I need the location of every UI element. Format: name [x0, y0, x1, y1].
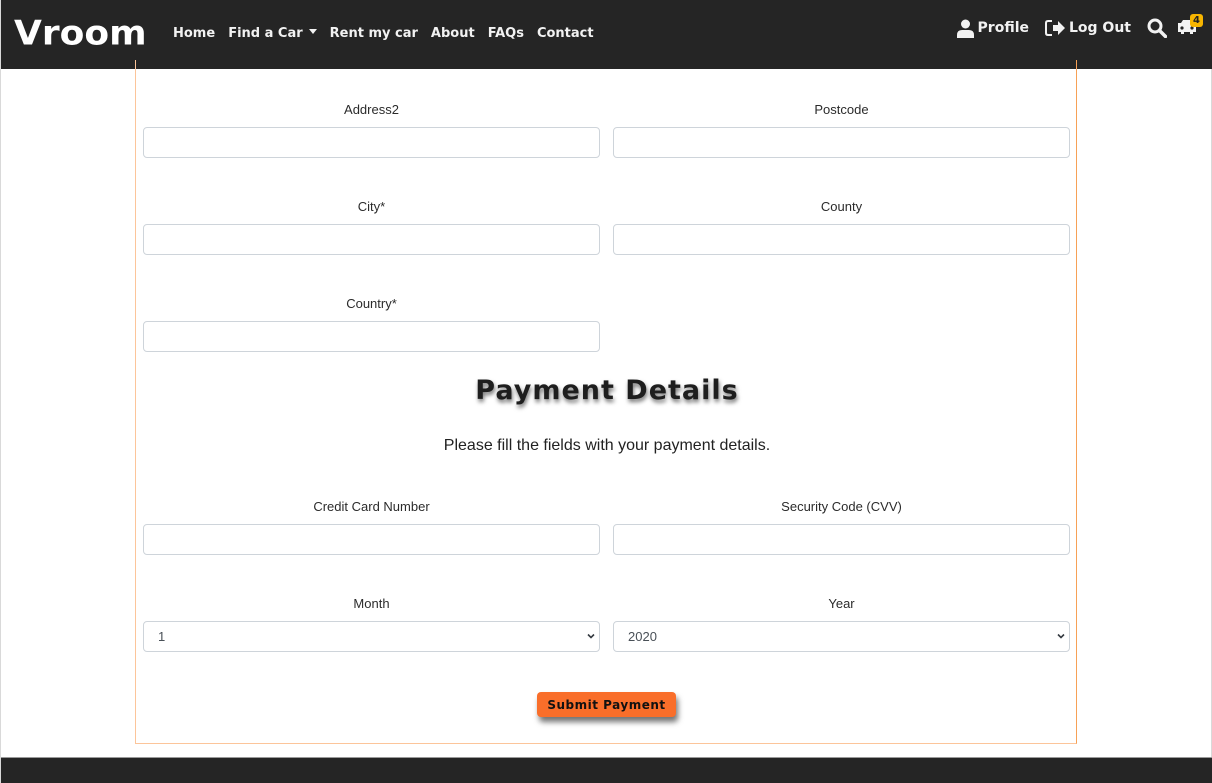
search-button[interactable]	[1147, 18, 1167, 38]
profile-link[interactable]: Profile	[956, 19, 1029, 38]
cvv-label: Security Code (CVV)	[781, 499, 902, 514]
month-field: Month 1	[143, 596, 600, 652]
county-input[interactable]	[613, 224, 1070, 255]
brand-logo[interactable]: Vroom	[14, 14, 147, 54]
nav-right: Profile Log Out 4	[956, 14, 1203, 38]
payment-details-heading: Payment Details	[475, 375, 739, 406]
user-icon	[956, 19, 974, 38]
nav-links: Home Find a Car Rent my car About FAQs C…	[173, 25, 607, 43]
month-label: Month	[353, 596, 390, 611]
nav-find-a-car[interactable]: Find a Car	[228, 25, 317, 43]
address2-input[interactable]	[143, 127, 600, 158]
postcode-label: Postcode	[814, 102, 869, 117]
card-number-field: Credit Card Number	[143, 499, 600, 555]
county-label: County	[820, 199, 863, 214]
postcode-input[interactable]	[613, 127, 1070, 158]
cart-button[interactable]: 4	[1177, 14, 1203, 36]
year-field: Year 2020	[613, 596, 1070, 652]
year-select-wrap: 2020	[613, 621, 1070, 652]
card-number-input[interactable]	[143, 524, 600, 555]
year-label: Year	[828, 596, 855, 611]
cvv-field: Security Code (CVV)	[613, 499, 1070, 555]
submit-payment-button[interactable]: Submit Payment	[537, 692, 676, 717]
city-label: City*	[357, 199, 386, 214]
cvv-input[interactable]	[613, 524, 1070, 555]
nav-contact[interactable]: Contact	[537, 25, 594, 43]
county-field: County	[613, 199, 1070, 255]
nav-home[interactable]: Home	[173, 25, 215, 43]
cart-count-badge: 4	[1190, 14, 1203, 27]
search-icon	[1147, 18, 1167, 38]
nav-rent-my-car[interactable]: Rent my car	[330, 25, 418, 43]
country-field: Country*	[143, 296, 600, 352]
profile-label: Profile	[977, 20, 1029, 36]
caret-down-icon	[308, 29, 317, 34]
sign-out-icon	[1045, 20, 1065, 36]
nav-find-a-car-label: Find a Car	[228, 26, 303, 41]
postcode-field: Postcode	[613, 102, 1070, 158]
logout-link[interactable]: Log Out	[1045, 19, 1131, 37]
month-select-wrap: 1	[143, 621, 600, 652]
nav-about[interactable]: About	[431, 25, 475, 43]
nav-faqs[interactable]: FAQs	[488, 25, 524, 43]
card-number-label: Credit Card Number	[313, 499, 430, 514]
country-input[interactable]	[143, 321, 600, 352]
logout-label: Log Out	[1069, 20, 1131, 36]
address2-label: Address2	[344, 102, 399, 117]
address2-field: Address2	[143, 102, 600, 158]
country-label: Country*	[346, 296, 397, 311]
city-field: City*	[143, 199, 600, 255]
footer	[1, 757, 1212, 783]
year-select[interactable]: 2020	[613, 621, 1070, 652]
navbar: Vroom Home Find a Car Rent my car About …	[1, 0, 1212, 69]
payment-details-instructions: Please fill the fields with your payment…	[443, 437, 771, 454]
city-input[interactable]	[143, 224, 600, 255]
month-select[interactable]: 1	[143, 621, 600, 652]
